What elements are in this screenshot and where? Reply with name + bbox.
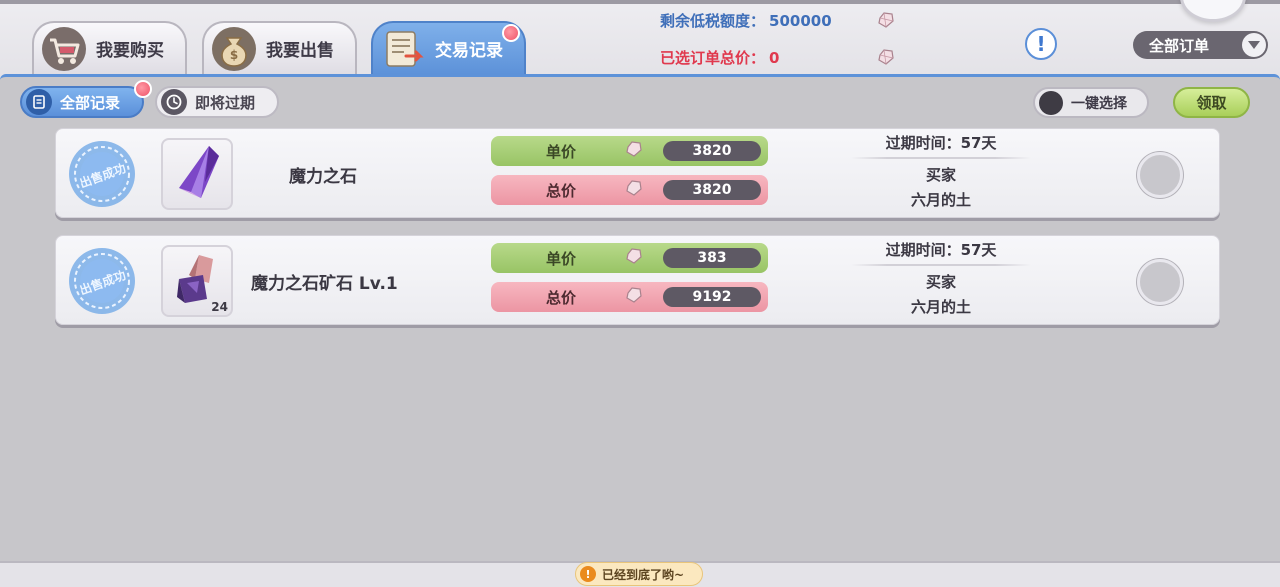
order-filter-dropdown[interactable]: 全部订单 — [1133, 31, 1268, 59]
selected-total-value: 0 — [769, 49, 780, 67]
select-checkbox[interactable] — [1137, 259, 1183, 305]
tab-buy-label: 我要购买 — [96, 41, 164, 61]
buyer-name: 六月的土 — [910, 191, 971, 209]
scroll-icon — [379, 25, 427, 73]
buyer-label: 买家 — [925, 273, 956, 291]
subtab-all-records[interactable]: 全部记录 — [20, 86, 144, 118]
total-price-label: 总价 — [545, 288, 576, 307]
diamond-icon — [625, 286, 647, 308]
diamond-icon — [625, 247, 647, 269]
warning-icon: ! — [580, 566, 596, 582]
divider — [851, 157, 1031, 159]
magic-crystal-icon — [169, 142, 225, 206]
tab-sell-label: 我要出售 — [266, 41, 334, 61]
unit-price-value: 3820 — [663, 141, 761, 161]
total-price-value: 3820 — [663, 180, 761, 200]
money-bag-icon: $ — [210, 25, 258, 73]
menu-knob-button[interactable] — [1180, 0, 1246, 22]
shopping-cart-icon — [40, 25, 88, 73]
end-of-list-text: 已经到底了哟~ — [602, 567, 685, 582]
tax-quota-value: 500000 — [769, 12, 832, 30]
exclamation-icon: ! — [1036, 32, 1046, 56]
sold-stamp: 出售成功 — [64, 245, 140, 317]
total-price-label: 总价 — [545, 181, 576, 200]
select-all-label: 一键选择 — [1071, 95, 1127, 112]
item-slot[interactable]: 24 — [161, 245, 233, 317]
diamond-icon — [625, 140, 647, 162]
total-price-bar: 总价 3820 — [491, 175, 768, 205]
buyer-name: 六月的土 — [910, 298, 971, 316]
help-button[interactable]: ! — [1025, 28, 1057, 60]
claim-button[interactable]: 领取 — [1173, 87, 1250, 118]
tab-buy[interactable]: 我要购买 — [32, 21, 187, 74]
selected-total-line: 已选订单总价： 0 — [660, 47, 779, 68]
record-row: 出售成功 魔力之石 单价 3820 总价 3820 过期时间：57天 买家 六月… — [55, 128, 1220, 218]
clock-icon — [161, 89, 187, 115]
selected-total-label: 已选订单总价： — [660, 49, 766, 67]
tax-quota-line: 剩余低税额度： 500000 — [660, 10, 832, 31]
record-row: 出售成功 24 魔力之石矿石 Lv.1 单价 383 总价 9192 过期时间：… — [55, 235, 1220, 325]
unit-price-value: 383 — [663, 248, 761, 268]
diamond-icon — [877, 48, 895, 70]
end-of-list-toast: ! 已经到底了哟~ — [575, 562, 703, 586]
subtab-all-records-label: 全部记录 — [60, 93, 121, 112]
unit-price-bar: 单价 383 — [491, 243, 768, 273]
divider — [851, 264, 1031, 266]
expire-time: 过期时间：57天 — [885, 241, 997, 259]
toggle-knob — [1039, 90, 1063, 115]
item-slot[interactable] — [161, 138, 233, 210]
unit-price-bar: 单价 3820 — [491, 136, 768, 166]
diamond-icon — [625, 179, 647, 201]
expire-time: 过期时间：57天 — [885, 134, 997, 152]
notification-dot — [134, 80, 152, 98]
claim-label: 领取 — [1196, 94, 1227, 112]
sold-stamp: 出售成功 — [64, 138, 140, 210]
unit-price-label: 单价 — [545, 142, 576, 161]
unit-price-label: 单价 — [545, 249, 576, 268]
top-bar — [0, 0, 1280, 78]
total-price-value: 9192 — [663, 287, 761, 307]
buyer-label: 买家 — [925, 166, 956, 184]
notification-dot — [502, 24, 520, 42]
item-name: 魔力之石 — [289, 167, 357, 187]
diamond-icon — [877, 11, 895, 33]
select-all-toggle[interactable]: 一键选择 — [1033, 87, 1149, 118]
select-checkbox[interactable] — [1137, 152, 1183, 198]
document-icon — [26, 89, 52, 115]
subtab-expiring[interactable]: 即将过期 — [155, 86, 279, 118]
tab-records-label: 交易记录 — [435, 41, 503, 61]
chevron-down-icon — [1242, 33, 1266, 57]
item-quantity: 24 — [211, 300, 228, 314]
tax-quota-label: 剩余低税额度： — [660, 12, 766, 30]
subtab-expiring-label: 即将过期 — [195, 93, 256, 112]
svg-text:$: $ — [230, 48, 238, 62]
order-filter-value: 全部订单 — [1149, 36, 1210, 55]
tab-sell[interactable]: $ 我要出售 — [202, 21, 357, 74]
item-name: 魔力之石矿石 Lv.1 — [251, 274, 398, 294]
total-price-bar: 总价 9192 — [491, 282, 768, 312]
